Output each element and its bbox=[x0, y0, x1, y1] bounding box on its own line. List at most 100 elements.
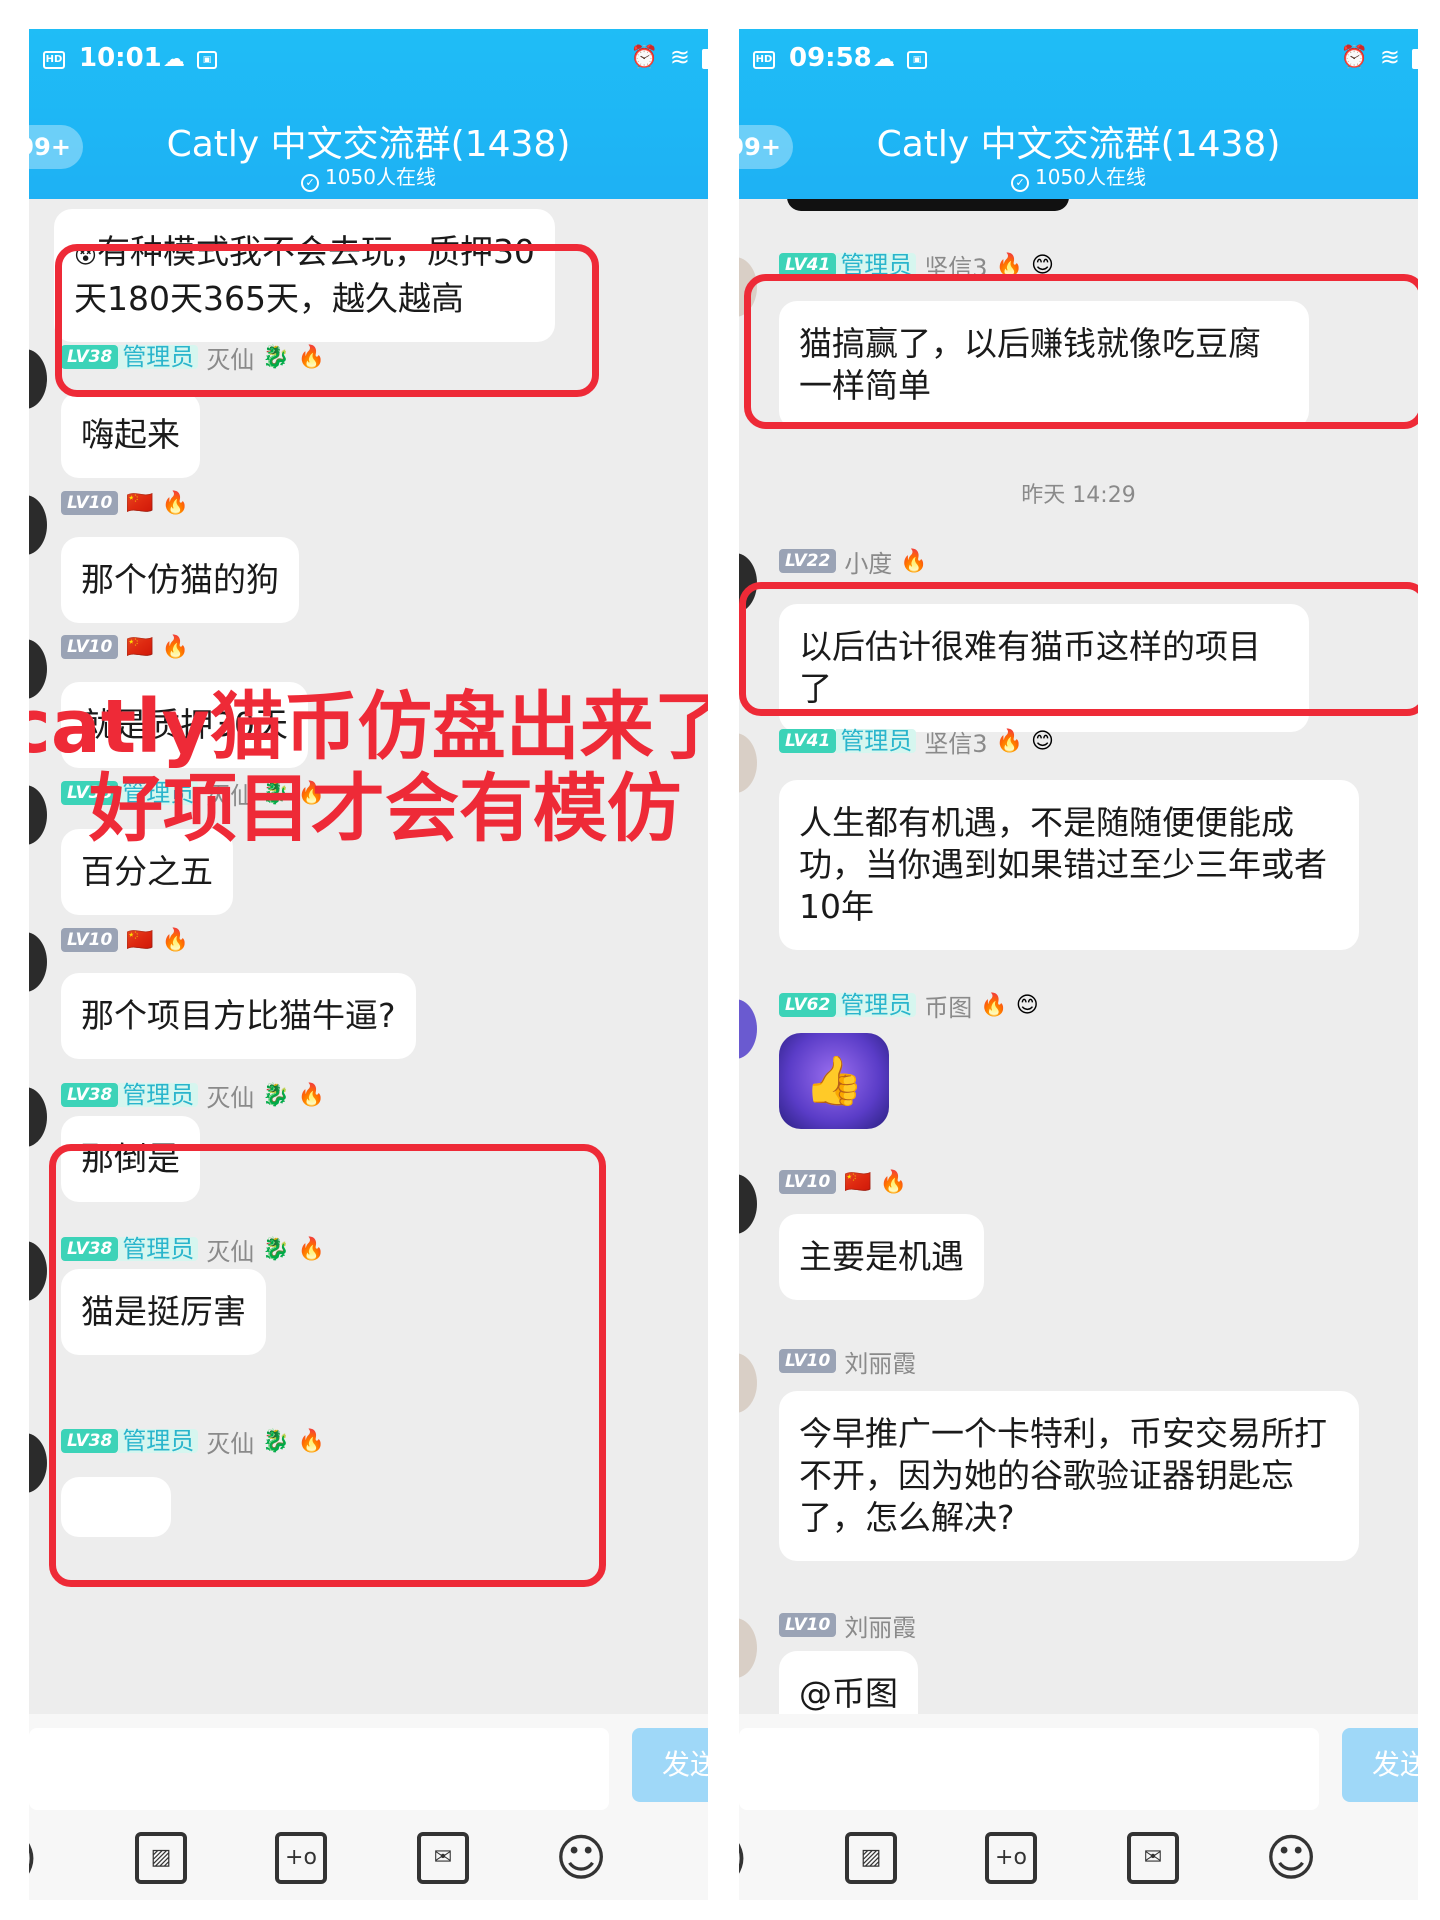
camera-icon[interactable]: +o bbox=[275, 1832, 327, 1884]
battery-icon bbox=[702, 49, 708, 69]
message-list[interactable]: LV41 管理员 坚信3 🔥 😊 猫搞赢了，以后赚钱就像吃豆腐一样简单 昨天 1… bbox=[739, 199, 1418, 1714]
more-icon[interactable]: ( bbox=[1401, 1832, 1418, 1884]
message-input[interactable] bbox=[29, 1728, 609, 1810]
avatar[interactable] bbox=[739, 733, 757, 793]
cloud-icon: ☁ bbox=[873, 47, 895, 72]
avatar[interactable] bbox=[739, 999, 757, 1059]
image-icon[interactable]: ▨ bbox=[845, 1832, 897, 1884]
avatar[interactable] bbox=[29, 1087, 47, 1147]
thumbs-up-sticker[interactable]: 👍 bbox=[779, 1033, 889, 1129]
red-packet-icon[interactable]: ✉ bbox=[417, 1832, 469, 1884]
voice-icon[interactable]: ) bbox=[739, 1832, 765, 1884]
thumbs-up-icon: 👍 bbox=[804, 1053, 864, 1109]
red-packet-icon[interactable]: ✉ bbox=[1127, 1832, 1179, 1884]
dragon-icon: 🐉 bbox=[262, 1082, 290, 1108]
level-badge: LV10 bbox=[779, 1170, 837, 1194]
sender-meta: LV22 小度 🔥 bbox=[779, 544, 928, 579]
image-icon[interactable]: ▨ bbox=[135, 1832, 187, 1884]
chat-header: HD 09:58 ☁ ▣ ⏰ ≋ 99+ Catly 中文交流群(1438) ✓… bbox=[739, 29, 1418, 199]
chat-screen-right: HD 09:58 ☁ ▣ ⏰ ≋ 99+ Catly 中文交流群(1438) ✓… bbox=[739, 29, 1418, 1900]
message-text: 百分之五 bbox=[81, 852, 213, 891]
highlight-box bbox=[55, 244, 599, 397]
chat-header: HD 10:01 ☁ ▣ ⏰ ≋ 99+ Catly 中文交流群(1438) ✓… bbox=[29, 29, 708, 199]
fire-icon: 🔥 bbox=[161, 490, 190, 516]
china-flag-icon: 🇨🇳 bbox=[126, 634, 154, 660]
avatar[interactable] bbox=[29, 1241, 47, 1301]
fire-icon: 🔥 bbox=[995, 728, 1023, 754]
group-title[interactable]: Catly 中文交流群(1438) bbox=[29, 115, 708, 167]
online-count: ✓ 1050人在线 bbox=[29, 161, 708, 192]
message-bubble[interactable]: 今早推广一个卡特利，币安交易所打不开，因为她的谷歌验证器钥匙忘了，怎么解决? bbox=[779, 1391, 1359, 1561]
level-badge: LV41 bbox=[779, 729, 837, 753]
sender-name[interactable]: 刘丽霞 bbox=[844, 1344, 916, 1379]
avatar[interactable] bbox=[29, 1433, 47, 1493]
clipped-bubble bbox=[787, 199, 1069, 211]
message-text: 那个项目方比猫牛逼? bbox=[81, 996, 396, 1035]
send-button[interactable]: 发送 bbox=[632, 1728, 708, 1802]
admin-badge: 管理员 bbox=[118, 1083, 199, 1107]
avatar[interactable] bbox=[29, 495, 47, 555]
overlay-caption: 好项目才会有模仿 bbox=[89, 766, 681, 852]
send-button[interactable]: 发送 bbox=[1342, 1728, 1418, 1802]
china-flag-icon: 🇨🇳 bbox=[126, 490, 154, 516]
sender-name[interactable]: 币图 bbox=[924, 988, 972, 1023]
sender-meta: LV10 🇨🇳 🔥 bbox=[779, 1166, 907, 1198]
avatar[interactable] bbox=[29, 349, 47, 409]
app-notification-icon: ▣ bbox=[197, 51, 217, 69]
message-bubble[interactable]: @币图 bbox=[779, 1651, 918, 1714]
overlay-caption: catly猫币仿盘出来了 bbox=[29, 684, 708, 770]
sender-name[interactable]: 坚信3 bbox=[924, 724, 987, 759]
fire-icon: 🔥 bbox=[900, 548, 928, 574]
china-flag-icon: 🇨🇳 bbox=[126, 927, 154, 953]
cloud-icon: ☁ bbox=[163, 47, 185, 72]
admin-badge: 管理员 bbox=[836, 993, 917, 1017]
status-bar: HD 09:58 ☁ ▣ ⏰ ≋ bbox=[739, 29, 1418, 91]
message-input[interactable] bbox=[739, 1728, 1319, 1810]
message-text: @币图 bbox=[799, 1674, 898, 1713]
highlight-box bbox=[739, 582, 1418, 716]
fire-icon: 🔥 bbox=[879, 1169, 908, 1195]
alarm-icon: ⏰ bbox=[1340, 45, 1368, 70]
message-bubble[interactable]: 人生都有机遇，不是随随便便能成功，当你遇到如果错过至少三年或者10年 bbox=[779, 780, 1359, 950]
status-time: 09:58 bbox=[789, 43, 872, 73]
alarm-icon: ⏰ bbox=[630, 45, 658, 70]
toolbar: ) ▨ +o ✉ ☺ ( bbox=[739, 1832, 1418, 1892]
message-bubble[interactable]: 那个项目方比猫牛逼? bbox=[61, 973, 416, 1059]
level-badge: LV62 bbox=[779, 993, 837, 1017]
battery-icon bbox=[1412, 49, 1418, 69]
online-count-text: 1050人在线 bbox=[325, 165, 436, 189]
wifi-icon: ≋ bbox=[669, 43, 690, 71]
message-bubble[interactable]: 主要是机遇 bbox=[779, 1214, 984, 1300]
message-bubble[interactable]: 那个仿猫的狗 bbox=[61, 537, 299, 623]
app-notification-icon: ▣ bbox=[907, 51, 927, 69]
message-bubble[interactable]: 嗨起来 bbox=[61, 392, 200, 478]
camera-icon[interactable]: +o bbox=[985, 1832, 1037, 1884]
group-title[interactable]: Catly 中文交流群(1438) bbox=[739, 115, 1418, 167]
message-text: 主要是机遇 bbox=[799, 1237, 964, 1276]
avatar[interactable] bbox=[739, 1618, 757, 1678]
more-icon[interactable]: ( bbox=[691, 1832, 708, 1884]
hd-icon: HD bbox=[43, 51, 65, 69]
emoji-icon[interactable]: ☺ bbox=[1265, 1832, 1317, 1884]
avatar[interactable] bbox=[739, 1353, 757, 1413]
china-flag-icon: 🇨🇳 bbox=[844, 1169, 872, 1195]
avatar[interactable] bbox=[29, 785, 47, 845]
sender-name[interactable]: 刘丽霞 bbox=[844, 1608, 916, 1643]
avatar[interactable] bbox=[29, 932, 47, 992]
sender-meta: LV10 🇨🇳 🔥 bbox=[61, 487, 189, 519]
online-count: ✓ 1050人在线 bbox=[739, 161, 1418, 192]
emoji-icon[interactable]: ☺ bbox=[555, 1832, 607, 1884]
sender-meta: LV10 刘丽霞 bbox=[779, 1608, 916, 1643]
level-badge: LV10 bbox=[61, 928, 119, 952]
fire-icon: 🔥 bbox=[161, 927, 190, 953]
admin-badge: 管理员 bbox=[836, 729, 917, 753]
status-bar: HD 10:01 ☁ ▣ ⏰ ≋ bbox=[29, 29, 708, 91]
sender-name[interactable]: 小度 bbox=[844, 544, 892, 579]
sender-meta: LV41 管理员 坚信3 🔥 😊 bbox=[779, 724, 1054, 759]
avatar[interactable] bbox=[739, 1174, 757, 1234]
voice-icon[interactable]: ) bbox=[29, 1832, 55, 1884]
sender-name[interactable]: 灭仙 bbox=[206, 1078, 254, 1113]
message-list[interactable]: 😵有种模式我不会去玩，质押30天180天365天，越久越高 LV38 管理员 灭… bbox=[29, 199, 708, 1714]
check-icon: ✓ bbox=[301, 174, 320, 192]
fire-icon: 🔥 bbox=[297, 1082, 326, 1108]
